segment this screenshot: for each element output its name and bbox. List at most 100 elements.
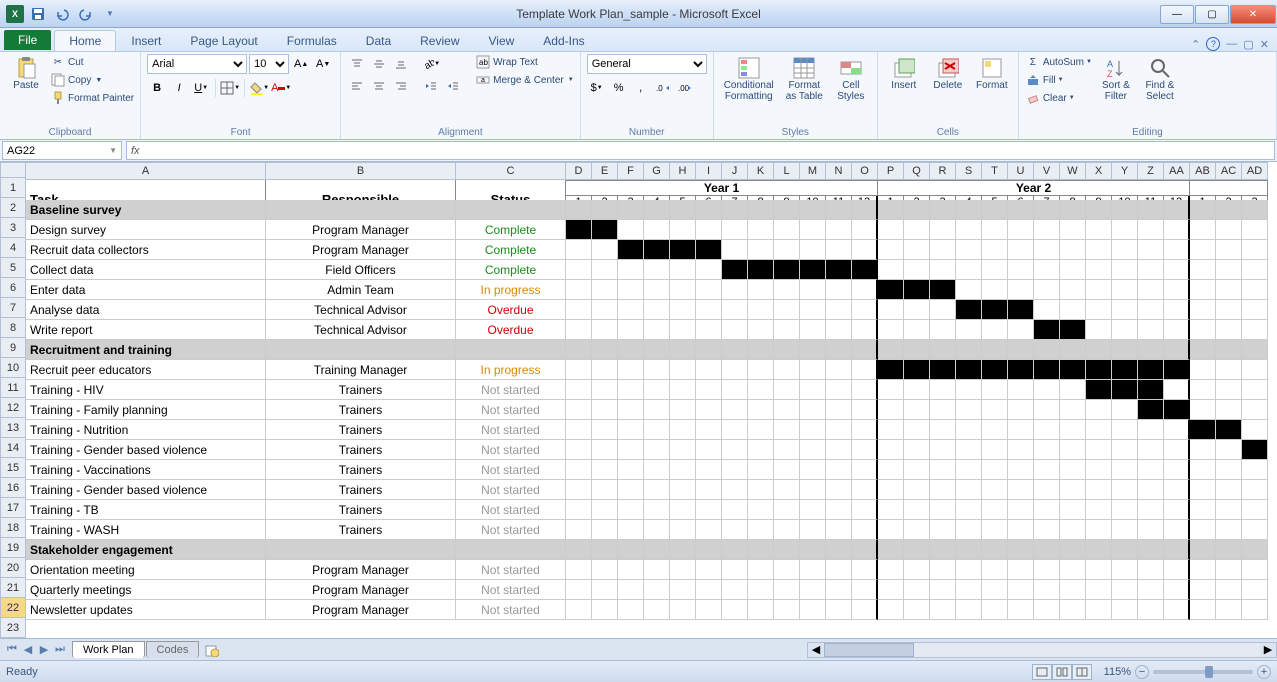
gantt-cell[interactable] [800,240,826,260]
minimize-ribbon-icon[interactable]: ⌃ [1191,38,1200,51]
gantt-cell[interactable] [592,280,618,300]
gantt-cell[interactable] [1086,200,1112,220]
sheet-tab-workplan[interactable]: Work Plan [72,641,145,658]
task-cell[interactable]: Training - WASH [26,520,266,540]
gantt-cell[interactable] [566,240,592,260]
gantt-cell[interactable] [670,200,696,220]
gantt-cell[interactable] [956,500,982,520]
gantt-cell[interactable] [774,360,800,380]
gantt-cell[interactable] [878,260,904,280]
gantt-cell[interactable] [1190,320,1216,340]
gantt-cell[interactable] [878,480,904,500]
responsible-cell[interactable]: Trainers [266,400,456,420]
gantt-cell[interactable] [696,480,722,500]
responsible-cell[interactable]: Trainers [266,420,456,440]
merge-center-button[interactable]: aMerge & Center▼ [475,72,574,88]
gantt-cell[interactable] [1242,420,1268,440]
gantt-cell[interactable] [644,240,670,260]
gantt-cell[interactable] [982,520,1008,540]
gantt-cell[interactable] [1008,500,1034,520]
gantt-cell[interactable] [722,600,748,620]
gantt-cell[interactable] [748,220,774,240]
gantt-cell[interactable] [1138,600,1164,620]
gantt-cell[interactable] [774,280,800,300]
gantt-cell[interactable] [1060,560,1086,580]
gantt-cell[interactable] [566,400,592,420]
gantt-cell[interactable] [774,540,800,560]
gantt-cell[interactable] [1164,400,1190,420]
gantt-cell[interactable] [774,520,800,540]
font-color-button[interactable]: A▼ [271,78,291,98]
gantt-cell[interactable] [722,360,748,380]
gantt-cell[interactable] [982,260,1008,280]
gantt-cell[interactable] [696,400,722,420]
gantt-cell[interactable] [592,500,618,520]
task-cell[interactable]: Training - Gender based violence [26,480,266,500]
gantt-cell[interactable] [852,560,878,580]
gantt-cell[interactable] [1138,340,1164,360]
gantt-cell[interactable] [1242,280,1268,300]
gantt-cell[interactable] [826,380,852,400]
gantt-cell[interactable] [826,580,852,600]
cell-styles-button[interactable]: Cell Styles [831,54,871,104]
gantt-cell[interactable] [696,300,722,320]
gantt-cell[interactable] [1060,400,1086,420]
gantt-cell[interactable] [1164,320,1190,340]
minimize-button[interactable]: — [1160,5,1194,24]
gantt-cell[interactable] [956,400,982,420]
gantt-cell[interactable] [670,280,696,300]
fill-button[interactable]: Fill▼ [1025,72,1092,88]
gantt-cell[interactable] [1086,520,1112,540]
gantt-cell[interactable] [1086,540,1112,560]
gantt-cell[interactable] [618,580,644,600]
gantt-cell[interactable] [1242,580,1268,600]
gantt-cell[interactable] [644,320,670,340]
status-cell[interactable]: Not started [456,440,566,460]
gantt-cell[interactable] [1190,480,1216,500]
gantt-cell[interactable] [1086,220,1112,240]
gantt-cell[interactable] [1138,380,1164,400]
gantt-cell[interactable] [670,360,696,380]
gantt-cell[interactable] [1008,540,1034,560]
responsible-cell[interactable]: Technical Advisor [266,300,456,320]
gantt-cell[interactable] [722,540,748,560]
status-cell[interactable]: Complete [456,220,566,240]
page-layout-view-button[interactable] [1052,664,1072,680]
gantt-cell[interactable] [566,460,592,480]
task-cell[interactable]: Training - TB [26,500,266,520]
decrease-indent-button[interactable] [421,76,441,96]
col-header[interactable]: G [644,162,670,180]
gantt-cell[interactable] [644,280,670,300]
gantt-cell[interactable] [592,200,618,220]
gantt-cell[interactable] [1216,240,1242,260]
row-header[interactable]: 10 [0,358,26,378]
gantt-cell[interactable] [1112,260,1138,280]
gantt-cell[interactable] [1112,420,1138,440]
gantt-cell[interactable] [1034,200,1060,220]
gantt-cell[interactable] [1112,200,1138,220]
gantt-cell[interactable] [696,200,722,220]
gantt-cell[interactable] [956,520,982,540]
gantt-cell[interactable] [1060,260,1086,280]
gantt-cell[interactable] [1034,600,1060,620]
status-cell[interactable]: Not started [456,580,566,600]
gantt-cell[interactable] [1008,360,1034,380]
gantt-cell[interactable] [722,460,748,480]
gantt-cell[interactable] [878,400,904,420]
gantt-cell[interactable] [1242,440,1268,460]
gantt-cell[interactable] [826,560,852,580]
close-button[interactable]: ✕ [1230,5,1276,24]
gantt-cell[interactable] [1034,400,1060,420]
gantt-cell[interactable] [982,380,1008,400]
gantt-cell[interactable] [748,440,774,460]
fill-color-button[interactable]: ▼ [249,78,269,98]
gantt-cell[interactable] [930,280,956,300]
responsible-cell[interactable] [266,540,456,560]
gantt-cell[interactable] [930,300,956,320]
gantt-cell[interactable] [826,320,852,340]
gantt-cell[interactable] [722,480,748,500]
gantt-cell[interactable] [1164,540,1190,560]
gantt-cell[interactable] [1112,500,1138,520]
gantt-cell[interactable] [748,500,774,520]
gantt-cell[interactable] [1086,240,1112,260]
